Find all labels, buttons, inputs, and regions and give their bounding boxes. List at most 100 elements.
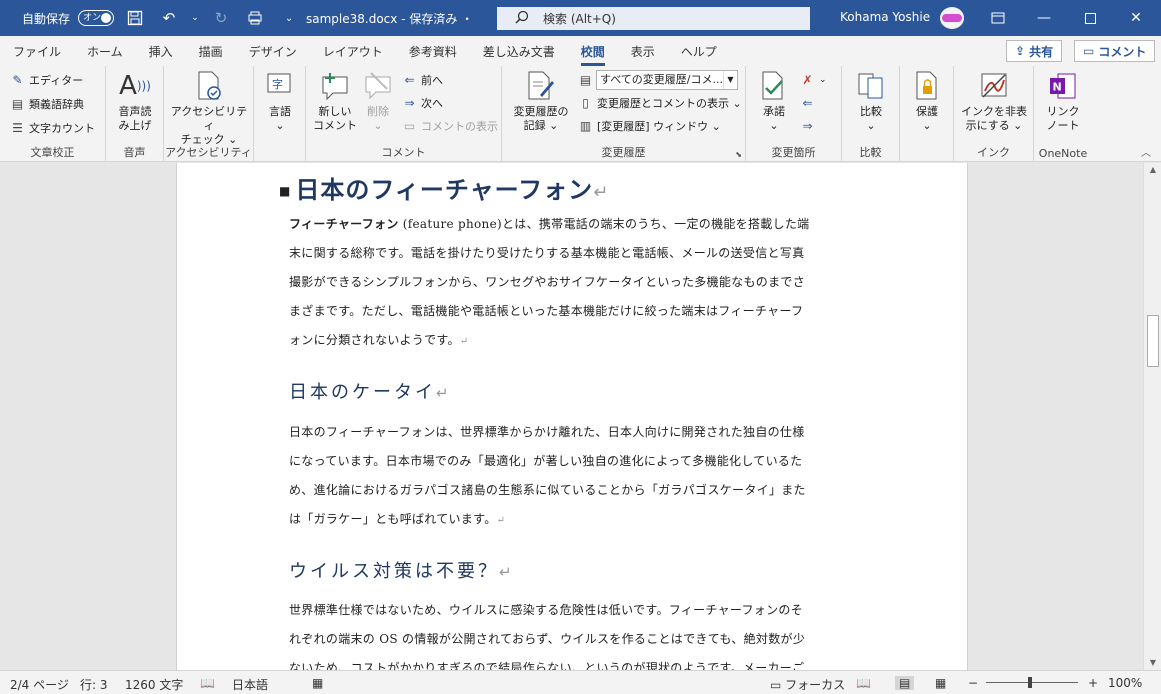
show-markup-icon: ▯	[582, 96, 589, 110]
tab-help[interactable]: ヘルプ	[681, 39, 717, 64]
language-arrow: ⌄	[275, 119, 285, 132]
next-change-icon[interactable]: ⇒	[800, 118, 815, 133]
user-name[interactable]: Kohama Yoshie	[840, 10, 930, 24]
zoom-in-button[interactable]: +	[1088, 676, 1098, 690]
hide-ink-button[interactable]: インクを非表 示にする ⌄	[958, 70, 1030, 133]
comments-button[interactable]: ▭ コメント	[1074, 40, 1156, 62]
read-aloud-button[interactable]: A))) 音声読 み上げ	[115, 70, 155, 133]
paragraph-1[interactable]: フィーチャーフォン (feature phone)とは、携帯電話の端末のうち、一…	[289, 210, 849, 356]
paragraph-2[interactable]: 日本のフィーチャーフォンは、世界標準からかけ離れた、日本人向けに開発された独自の…	[289, 418, 849, 535]
previous-change-icon[interactable]: ⇐	[800, 95, 815, 110]
tab-draw[interactable]: 描画	[199, 39, 223, 64]
tab-design[interactable]: デザイン	[249, 39, 297, 64]
new-comment-button[interactable]: 新しい コメント	[312, 70, 358, 133]
focus-icon: ▭	[770, 678, 782, 692]
read-aloud-label-1: 音声読	[118, 105, 152, 118]
word-count[interactable]: 1260 文字	[125, 676, 183, 693]
read-aloud-icon: A)))	[119, 71, 151, 101]
delete-comment-button[interactable]: 削除 ⌄	[358, 70, 398, 133]
zoom-slider-thumb[interactable]	[1028, 677, 1032, 688]
paragraph-3[interactable]: 世界標準仕様ではないため、ウイルスに感染する危険性は低いです。フィーチャーフォン…	[289, 596, 849, 670]
scroll-down-icon[interactable]: ▼	[1144, 656, 1161, 670]
heading-1[interactable]: ■ 日本のフィーチャーフォン↵	[279, 170, 609, 205]
search-box[interactable]: 検索 (Alt+Q)	[497, 7, 810, 30]
web-layout-icon[interactable]: ▦	[935, 676, 946, 690]
avatar[interactable]	[940, 7, 964, 29]
save-icon[interactable]	[122, 6, 148, 30]
print-preview-icon[interactable]	[242, 6, 268, 30]
document-page[interactable]: ■ 日本のフィーチャーフォン↵ フィーチャーフォン (feature phone)…	[176, 163, 968, 670]
accept-button[interactable]: 承諾 ⌄	[754, 70, 794, 133]
collapse-ribbon-icon[interactable]: ︿	[1141, 144, 1151, 159]
reviewing-pane-icon: ▥	[579, 119, 592, 133]
ribbon-tabs: ファイル ホーム 挿入 描画 デザイン レイアウト 参考資料 差し込み文書 校閲…	[0, 36, 1161, 66]
accept-icon	[758, 70, 790, 102]
maximize-icon[interactable]	[1067, 0, 1113, 36]
quick-access-toolbar: 自動保存 オン ↶ ⌄ ↻ ⌄	[0, 6, 302, 30]
tab-references[interactable]: 参考資料	[409, 39, 457, 64]
scroll-thumb[interactable]	[1147, 315, 1159, 367]
reject-icon[interactable]: ✗ ⌄	[800, 72, 826, 87]
svg-text:字: 字	[272, 77, 283, 91]
heading-2-virus[interactable]: ウイルス対策は不要？↵	[289, 557, 512, 583]
scroll-up-icon[interactable]: ▲	[1144, 163, 1161, 177]
customize-qat-icon[interactable]: ⌄	[276, 6, 302, 30]
accessibility-status-icon[interactable]: ▦	[312, 676, 323, 690]
close-icon[interactable]: ✕	[1113, 0, 1159, 36]
show-comments-button[interactable]: ▭ コメントの表示	[402, 118, 498, 134]
dialog-launcher-icon[interactable]: ⬊	[735, 150, 742, 159]
show-comments-label: コメントの表示	[421, 120, 498, 133]
minimize-icon[interactable]: —	[1021, 0, 1067, 36]
focus-button[interactable]: ▭ フォーカス	[770, 676, 845, 693]
ribbon-display-options-icon[interactable]	[975, 0, 1021, 36]
markup-select[interactable]: すべての変更履歴/コメ... ▼	[596, 70, 738, 90]
linked-notes-button[interactable]: N リンク ノート	[1043, 70, 1083, 133]
compare-button[interactable]: 比較 ⌄	[851, 70, 891, 133]
undo-icon[interactable]: ↶	[156, 6, 182, 30]
autosave-toggle[interactable]: オン	[78, 10, 115, 26]
heading-2-keitai-text: 日本のケータイ	[289, 382, 436, 403]
editor-label: エディター	[29, 74, 84, 87]
check-accessibility-button[interactable]: アクセシビリティ チェック ⌄	[168, 70, 250, 147]
protect-button[interactable]: 保護 ⌄	[907, 70, 947, 133]
tab-layout[interactable]: レイアウト	[323, 39, 383, 64]
previous-comment-button[interactable]: ⇐ 前へ	[402, 72, 443, 88]
tab-file[interactable]: ファイル	[13, 39, 61, 64]
share-button[interactable]: ⇪ 共有	[1006, 40, 1063, 62]
tab-review[interactable]: 校閲	[580, 39, 605, 66]
thesaurus-button[interactable]: ▤ 類義語辞典	[10, 96, 84, 112]
heading-2-keitai[interactable]: 日本のケータイ↵	[289, 378, 449, 404]
reviewing-pane-button[interactable]: ▥ [変更履歴] ウィンドウ ⌄	[578, 118, 721, 134]
tab-view[interactable]: 表示	[631, 39, 655, 64]
previous-comment-icon: ⇐	[404, 73, 415, 87]
track-changes-button[interactable]: 変更履歴の 記録 ⌄	[508, 70, 574, 133]
editor-button[interactable]: ✎ エディター	[10, 72, 83, 88]
tab-mailings[interactable]: 差し込み文書	[483, 39, 555, 64]
p3-line-3: ないため、コストがかかりすぎるので結局作らない、というのが現状のようです。メーカ…	[289, 661, 805, 670]
word-count-button[interactable]: ☰ 文字カウント	[10, 120, 95, 136]
zoom-out-button[interactable]: −	[968, 676, 978, 690]
zoom-level[interactable]: 100%	[1108, 676, 1142, 690]
chevron-down-icon: ▼	[723, 71, 737, 89]
show-markup-button[interactable]: ▯ 変更履歴とコメントの表示 ⌄	[578, 95, 742, 111]
page-number[interactable]: 2/4 ページ	[10, 676, 69, 693]
document-area[interactable]: ■ 日本のフィーチャーフォン↵ フィーチャーフォン (feature phone)…	[0, 163, 1143, 670]
proofing-status-icon[interactable]: 📖	[200, 676, 215, 690]
read-mode-icon[interactable]: 📖	[856, 676, 871, 690]
tab-home[interactable]: ホーム	[87, 39, 123, 64]
svg-text:N: N	[1053, 81, 1062, 94]
redo-icon[interactable]: ↻	[208, 6, 234, 30]
language-button[interactable]: 字 言語 ⌄	[262, 70, 298, 133]
vertical-scrollbar[interactable]: ▲ ▼	[1143, 163, 1161, 670]
next-comment-button[interactable]: ⇒ 次へ	[402, 95, 443, 111]
track-changes-icon	[525, 70, 557, 102]
p1-line-2: 末に関する総称です。電話を掛けたり受けたりする基本機能と電話帳、メールの送受信と…	[289, 246, 805, 260]
share-label: 共有	[1029, 44, 1054, 59]
p2-line-1: 日本のフィーチャーフォンは、世界標準からかけ離れた、日本人向けに開発された独自の…	[289, 425, 805, 439]
zoom-slider[interactable]	[986, 682, 1078, 683]
undo-dropdown-icon[interactable]: ⌄	[190, 6, 200, 30]
language-status[interactable]: 日本語	[232, 676, 268, 693]
print-layout-icon[interactable]: ▤	[895, 676, 915, 690]
heading-1-text: 日本のフィーチャーフォン	[295, 176, 594, 204]
tab-insert[interactable]: 挿入	[149, 39, 173, 64]
